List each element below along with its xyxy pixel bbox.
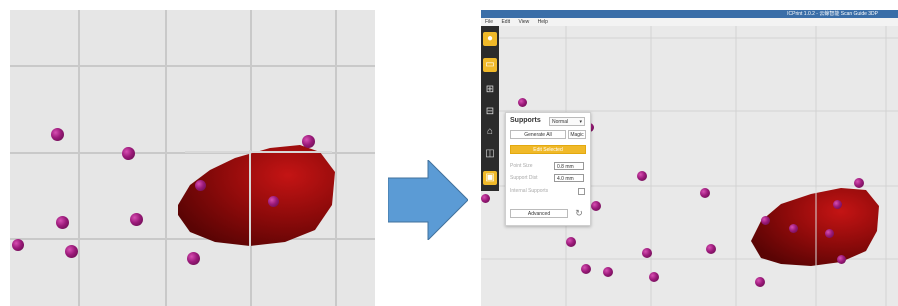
split-icon[interactable]: ◫ — [483, 147, 497, 161]
support-point[interactable] — [761, 216, 770, 225]
3d-viewport[interactable]: ● ▭ ⊞ ⊟ ⌂ ◫ ▣ Supports Normal ▾ Generate… — [481, 26, 898, 306]
window-title: ICPrint 1.0.2 - 云鲸智能 Scan Guide 3DP — [481, 10, 898, 18]
logo-icon[interactable]: ● — [483, 32, 497, 46]
support-point[interactable] — [591, 201, 601, 211]
edit-selected-button[interactable]: Edit Selected — [510, 145, 586, 154]
support-dist-input[interactable]: 4.0 mm — [554, 174, 584, 182]
left-toolbar: ● ▭ ⊞ ⊟ ⌂ ◫ ▣ — [481, 26, 499, 191]
support-point[interactable] — [706, 244, 716, 254]
generate-all-button[interactable]: Generate All — [510, 130, 566, 139]
layout-icon[interactable]: ⊟ — [483, 105, 497, 119]
supports-panel: Supports Normal ▾ Generate All Magic Edi… — [505, 112, 591, 226]
menu-view[interactable]: View — [518, 19, 529, 25]
support-point[interactable] — [581, 264, 591, 274]
support-point[interactable] — [268, 196, 279, 207]
advanced-button[interactable]: Advanced — [510, 209, 568, 218]
support-point[interactable] — [566, 237, 576, 247]
model-view-icon[interactable]: ⊞ — [483, 83, 497, 97]
support-point[interactable] — [481, 194, 490, 203]
magic-button[interactable]: Magic — [568, 130, 586, 139]
support-point[interactable] — [642, 248, 652, 258]
support-point[interactable] — [700, 188, 710, 198]
internal-supports-checkbox[interactable] — [578, 188, 585, 195]
support-mode-value: Normal — [552, 119, 569, 125]
menu-help[interactable]: Help — [538, 19, 548, 25]
support-point[interactable] — [65, 245, 78, 258]
support-point[interactable] — [833, 200, 842, 209]
support-point[interactable] — [56, 216, 69, 229]
reset-icon[interactable]: ↻ — [574, 208, 584, 218]
support-point[interactable] — [825, 229, 834, 238]
support-point[interactable] — [854, 178, 864, 188]
supports-icon[interactable]: ⌂ — [483, 125, 497, 139]
open-folder-icon[interactable]: ▭ — [483, 58, 497, 72]
save-icon[interactable]: ▣ — [483, 171, 497, 185]
panel-title: Supports — [510, 117, 541, 124]
support-point[interactable] — [603, 267, 613, 277]
support-point[interactable] — [12, 239, 24, 251]
support-point[interactable] — [649, 272, 659, 282]
support-mode-select[interactable]: Normal ▾ — [549, 117, 585, 126]
support-point[interactable] — [302, 135, 315, 148]
menu-edit[interactable]: Edit — [501, 19, 510, 25]
support-point[interactable] — [51, 128, 64, 141]
support-point[interactable] — [789, 224, 798, 233]
support-point[interactable] — [122, 147, 135, 160]
menu-file[interactable]: File — [485, 19, 493, 25]
support-dist-label: Support Dist — [510, 175, 538, 181]
support-point[interactable] — [837, 255, 846, 264]
point-size-label: Point Size — [510, 163, 533, 169]
internal-supports-label: Internal Supports — [510, 188, 549, 194]
support-point[interactable] — [130, 213, 143, 226]
menu-bar: File Edit View Help — [481, 18, 898, 26]
support-point[interactable] — [755, 277, 765, 287]
chevron-down-icon: ▾ — [579, 119, 582, 125]
support-point[interactable] — [637, 171, 647, 181]
support-point[interactable] — [187, 252, 200, 265]
support-point[interactable] — [518, 98, 527, 107]
zoomed-viewport-detail — [10, 10, 375, 306]
app-window: ICPrint 1.0.2 - 云鲸智能 Scan Guide 3DP File… — [481, 10, 898, 306]
arrow-right-icon — [388, 160, 468, 240]
point-size-input[interactable]: 0.8 mm — [554, 162, 584, 170]
support-point[interactable] — [195, 180, 206, 191]
